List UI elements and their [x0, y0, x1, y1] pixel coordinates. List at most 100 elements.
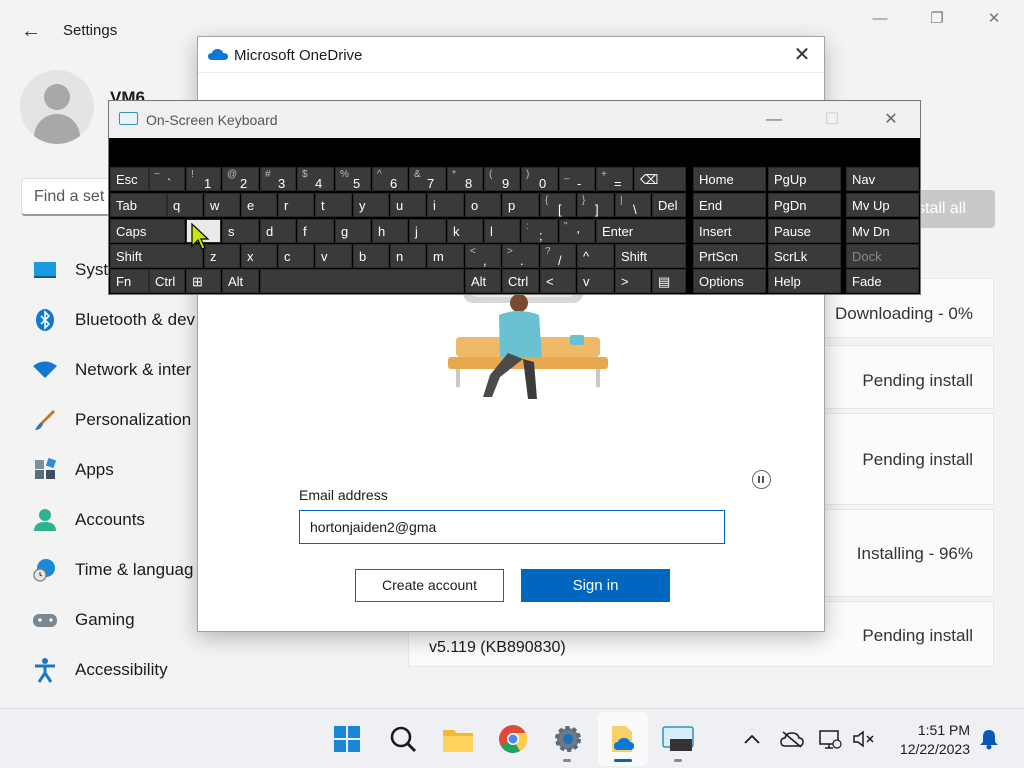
key-alt[interactable]: Alt: [465, 269, 501, 293]
key-dock[interactable]: Dock: [846, 244, 919, 268]
key-insert[interactable]: Insert: [693, 219, 766, 243]
onedrive-setup-icon[interactable]: [605, 721, 641, 757]
key-w[interactable]: w: [204, 193, 240, 217]
key-symbol[interactable]: _ -: [559, 167, 595, 191]
key-e[interactable]: e: [241, 193, 277, 217]
key-caps[interactable]: Caps: [110, 219, 185, 243]
sidebar-item-system[interactable]: Syste: [30, 255, 118, 285]
sidebar-item-accounts[interactable]: Accounts: [30, 505, 145, 535]
clock[interactable]: 1:51 PM 12/22/2023: [886, 721, 970, 759]
minimize-button[interactable]: —: [860, 8, 900, 30]
chevron-up-icon[interactable]: [740, 727, 764, 751]
key-8[interactable]: * 8: [447, 167, 483, 191]
key-symbol[interactable]: <: [540, 269, 576, 293]
key-c[interactable]: c: [278, 244, 314, 268]
start-icon[interactable]: [329, 721, 365, 757]
key-end[interactable]: End: [693, 193, 766, 217]
speaker-muted-icon[interactable]: [852, 727, 876, 751]
key-7[interactable]: & 7: [409, 167, 446, 191]
sidebar-item-gaming[interactable]: Gaming: [30, 605, 135, 635]
key-i[interactable]: i: [427, 193, 464, 217]
key-symbol[interactable]: >: [615, 269, 651, 293]
key-b[interactable]: b: [353, 244, 389, 268]
key-1[interactable]: ! 1: [186, 167, 221, 191]
key-s[interactable]: s: [222, 219, 259, 243]
key-pgup[interactable]: PgUp: [768, 167, 841, 191]
key-symbol[interactable]: ▤: [652, 269, 686, 293]
key-symbol[interactable]: ⊞: [186, 269, 221, 293]
key-help[interactable]: Help: [768, 269, 841, 293]
key-symbol[interactable]: {[: [540, 193, 576, 217]
avatar[interactable]: [20, 70, 94, 144]
key-y[interactable]: y: [353, 193, 389, 217]
sign-in-button[interactable]: Sign in: [521, 569, 670, 602]
key-pgdn[interactable]: PgDn: [768, 193, 841, 217]
key-symbol[interactable]: [260, 269, 464, 293]
network-icon[interactable]: [818, 727, 842, 751]
key-nav[interactable]: Nav: [846, 167, 919, 191]
key-4[interactable]: $4: [297, 167, 334, 191]
key-ctrl[interactable]: Ctrl: [149, 269, 185, 293]
dialog-titlebar[interactable]: Microsoft OneDrive ✕: [198, 37, 824, 73]
key-symbol[interactable]: ⌫: [634, 167, 686, 191]
key-k[interactable]: k: [447, 219, 483, 243]
sidebar-item-accessibility[interactable]: Accessibility: [30, 655, 168, 685]
key-fn[interactable]: Fn: [110, 269, 149, 293]
key-symbol[interactable]: >.: [502, 244, 539, 268]
key-mv-up[interactable]: Mv Up: [846, 193, 919, 217]
key-l[interactable]: l: [484, 219, 520, 243]
key-3[interactable]: #3: [260, 167, 296, 191]
key-u[interactable]: u: [390, 193, 426, 217]
key-ctrl[interactable]: Ctrl: [502, 269, 539, 293]
key-symbol[interactable]: :;: [521, 219, 558, 243]
key-g[interactable]: g: [335, 219, 371, 243]
key-t[interactable]: t: [315, 193, 352, 217]
key-0[interactable]: ) 0: [521, 167, 558, 191]
key-symbol[interactable]: ^: [577, 244, 614, 268]
chrome-icon[interactable]: [495, 721, 531, 757]
key-symbol[interactable]: }]: [577, 193, 614, 217]
key-2[interactable]: @2: [222, 167, 259, 191]
key-shift[interactable]: Shift: [615, 244, 686, 268]
key-home[interactable]: Home: [693, 167, 766, 191]
key-symbol[interactable]: ~ `: [149, 167, 185, 191]
key-6[interactable]: ^ 6: [372, 167, 408, 191]
key-h[interactable]: h: [372, 219, 408, 243]
key-fade[interactable]: Fade: [846, 269, 919, 293]
key-f[interactable]: f: [297, 219, 334, 243]
key-scrlk[interactable]: ScrLk: [768, 244, 841, 268]
key-p[interactable]: p: [502, 193, 539, 217]
email-field[interactable]: [299, 510, 725, 544]
key-d[interactable]: d: [260, 219, 296, 243]
key-5[interactable]: % 5: [335, 167, 371, 191]
key-prtscn[interactable]: PrtScn: [693, 244, 766, 268]
key-alt[interactable]: Alt: [222, 269, 259, 293]
key-x[interactable]: x: [241, 244, 277, 268]
key-symbol[interactable]: " ': [559, 219, 595, 243]
sidebar-item-personalization[interactable]: Personalization: [30, 405, 191, 435]
osk-taskbar-icon[interactable]: [660, 721, 696, 757]
sidebar-item-time-language[interactable]: Time & languag: [30, 555, 193, 585]
key-9[interactable]: (9: [484, 167, 520, 191]
key-j[interactable]: j: [409, 219, 446, 243]
key-mv-dn[interactable]: Mv Dn: [846, 219, 919, 243]
close-button[interactable]: ✕: [876, 109, 906, 131]
maximize-button[interactable]: ☐: [817, 109, 847, 131]
key-symbol[interactable]: + =: [596, 167, 633, 191]
pause-icon[interactable]: [752, 470, 771, 489]
onedrive-offline-icon[interactable]: [780, 727, 804, 751]
key-symbol[interactable]: <,: [465, 244, 501, 268]
sidebar-item-bluetooth[interactable]: Bluetooth & dev: [30, 305, 195, 335]
search-icon[interactable]: [385, 721, 421, 757]
sidebar-item-network[interactable]: Network & inter: [30, 355, 191, 385]
key-o[interactable]: o: [465, 193, 501, 217]
maximize-button[interactable]: ❐: [917, 8, 957, 30]
key-symbol[interactable]: ? /: [540, 244, 576, 268]
create-account-button[interactable]: Create account: [355, 569, 504, 602]
osk-titlebar[interactable]: On-Screen Keyboard — ☐ ✕: [109, 101, 920, 138]
settings-gear-icon[interactable]: [550, 721, 586, 757]
key-del[interactable]: Del: [652, 193, 686, 217]
key-q[interactable]: q: [167, 193, 203, 217]
key-tab[interactable]: Tab: [110, 193, 167, 217]
key-enter[interactable]: Enter: [596, 219, 686, 243]
